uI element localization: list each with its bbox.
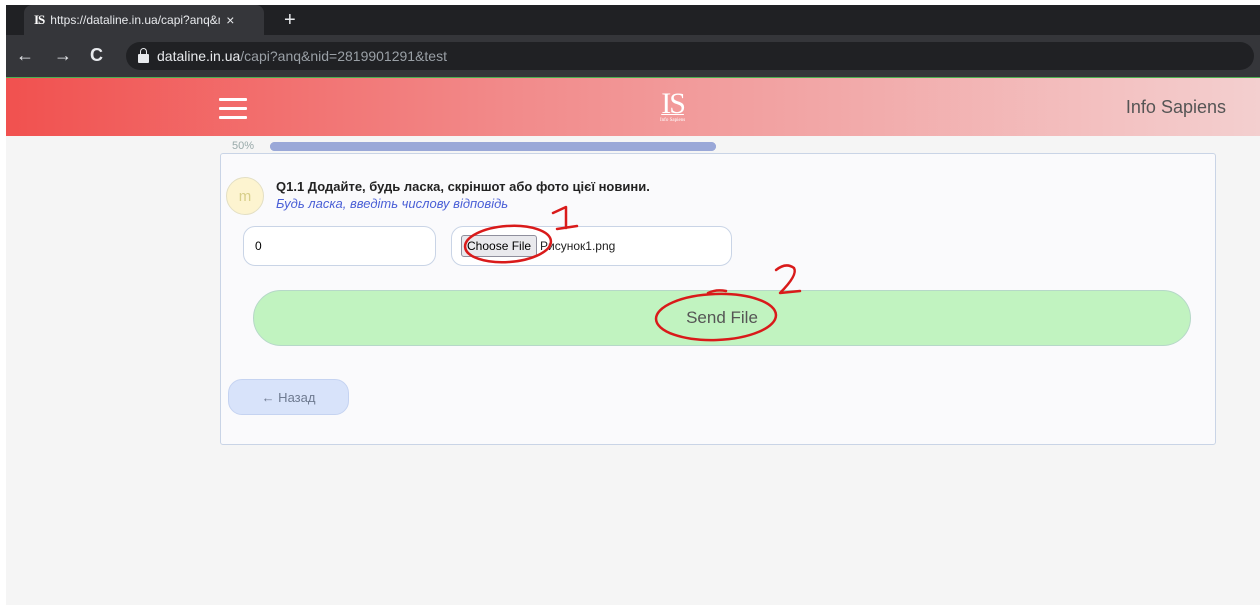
tab-title: https://dataline.in.ua/capi?anq&n [50, 13, 221, 27]
lock-icon [138, 47, 149, 63]
file-upload-field[interactable]: Choose File Рисунок1.png [451, 226, 732, 266]
forward-arrow-icon[interactable]: → [54, 45, 72, 66]
answer-hint: Будь ласка, введіть числову відповідь [276, 196, 509, 211]
browser-tab[interactable]: IS https://dataline.in.ua/capi?anq&n × [24, 5, 264, 35]
brand-name: Info Sapiens [1125, 97, 1226, 117]
back-arrow-icon[interactable]: ← [16, 45, 34, 66]
site-favicon-icon: IS [34, 12, 45, 27]
selected-file-name: Рисунок1.png [540, 239, 616, 253]
choose-file-button[interactable]: Choose File [461, 235, 538, 257]
browser-tab-bar: IS https://dataline.in.ua/capi?anq&n × + [6, 5, 1260, 35]
browser-toolbar: ← → C dataline.in.ua/capi?anq&nid=281990… [6, 35, 1260, 78]
reload-icon[interactable]: C [90, 45, 103, 66]
progress-bar-fill [270, 142, 716, 151]
tab-close-icon[interactable]: × [226, 12, 234, 28]
progress-label: 50% [232, 140, 255, 152]
site-header: IS Info Sapiens Info Sapiens [6, 78, 1260, 136]
site-logo: IS Info Sapiens [660, 87, 686, 124]
avatar: m [226, 177, 264, 215]
back-button[interactable]: ← Назад [228, 379, 349, 415]
number-answer-input[interactable] [243, 226, 436, 266]
new-tab-icon[interactable]: + [284, 9, 296, 32]
send-file-button[interactable]: Send File [253, 290, 1191, 346]
url-path: /capi?anq&nid=2819901291&test [240, 48, 447, 64]
url-host: dataline.in.ua [157, 48, 241, 64]
hamburger-menu-icon[interactable] [219, 98, 247, 125]
logo-letters: IS [661, 87, 686, 120]
question-text: Q1.1 Додайте, будь ласка, скріншот або ф… [276, 179, 650, 194]
logo-subtitle: Info Sapiens [660, 118, 686, 123]
progress-bar [270, 142, 716, 151]
address-bar[interactable]: dataline.in.ua/capi?anq&nid=2819901291&t… [126, 42, 1254, 70]
